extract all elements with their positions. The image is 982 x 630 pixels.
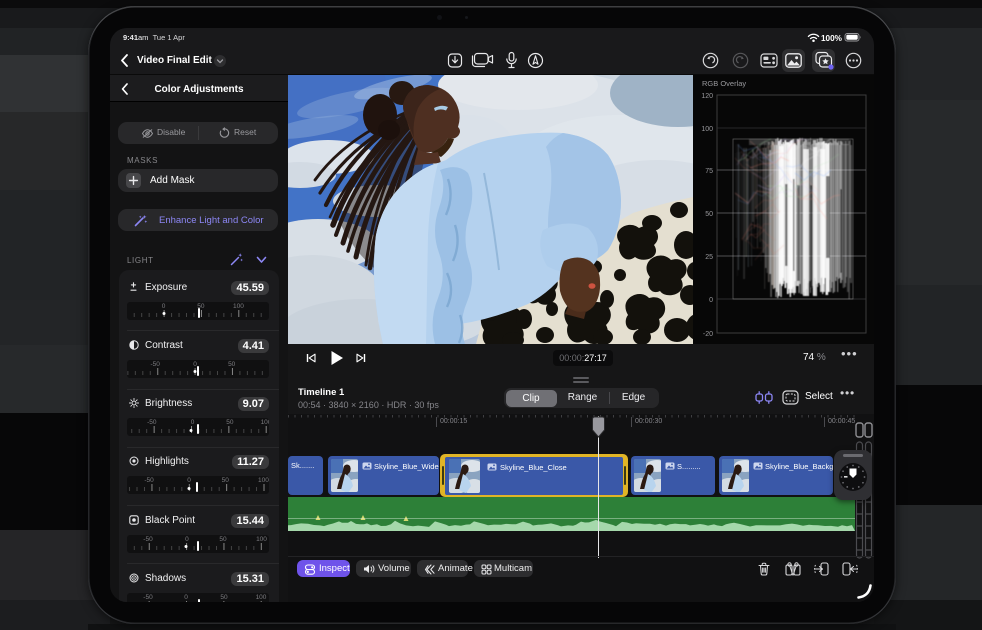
svg-text:100%: 100%	[821, 34, 843, 43]
svg-text:0: 0	[709, 297, 713, 304]
svg-text:120: 120	[701, 93, 713, 100]
svg-text:100: 100	[701, 126, 713, 133]
svg-text:75: 75	[705, 168, 713, 175]
svg-text:-20: -20	[703, 331, 713, 338]
svg-text:50: 50	[705, 211, 713, 218]
svg-text:25: 25	[705, 254, 713, 261]
